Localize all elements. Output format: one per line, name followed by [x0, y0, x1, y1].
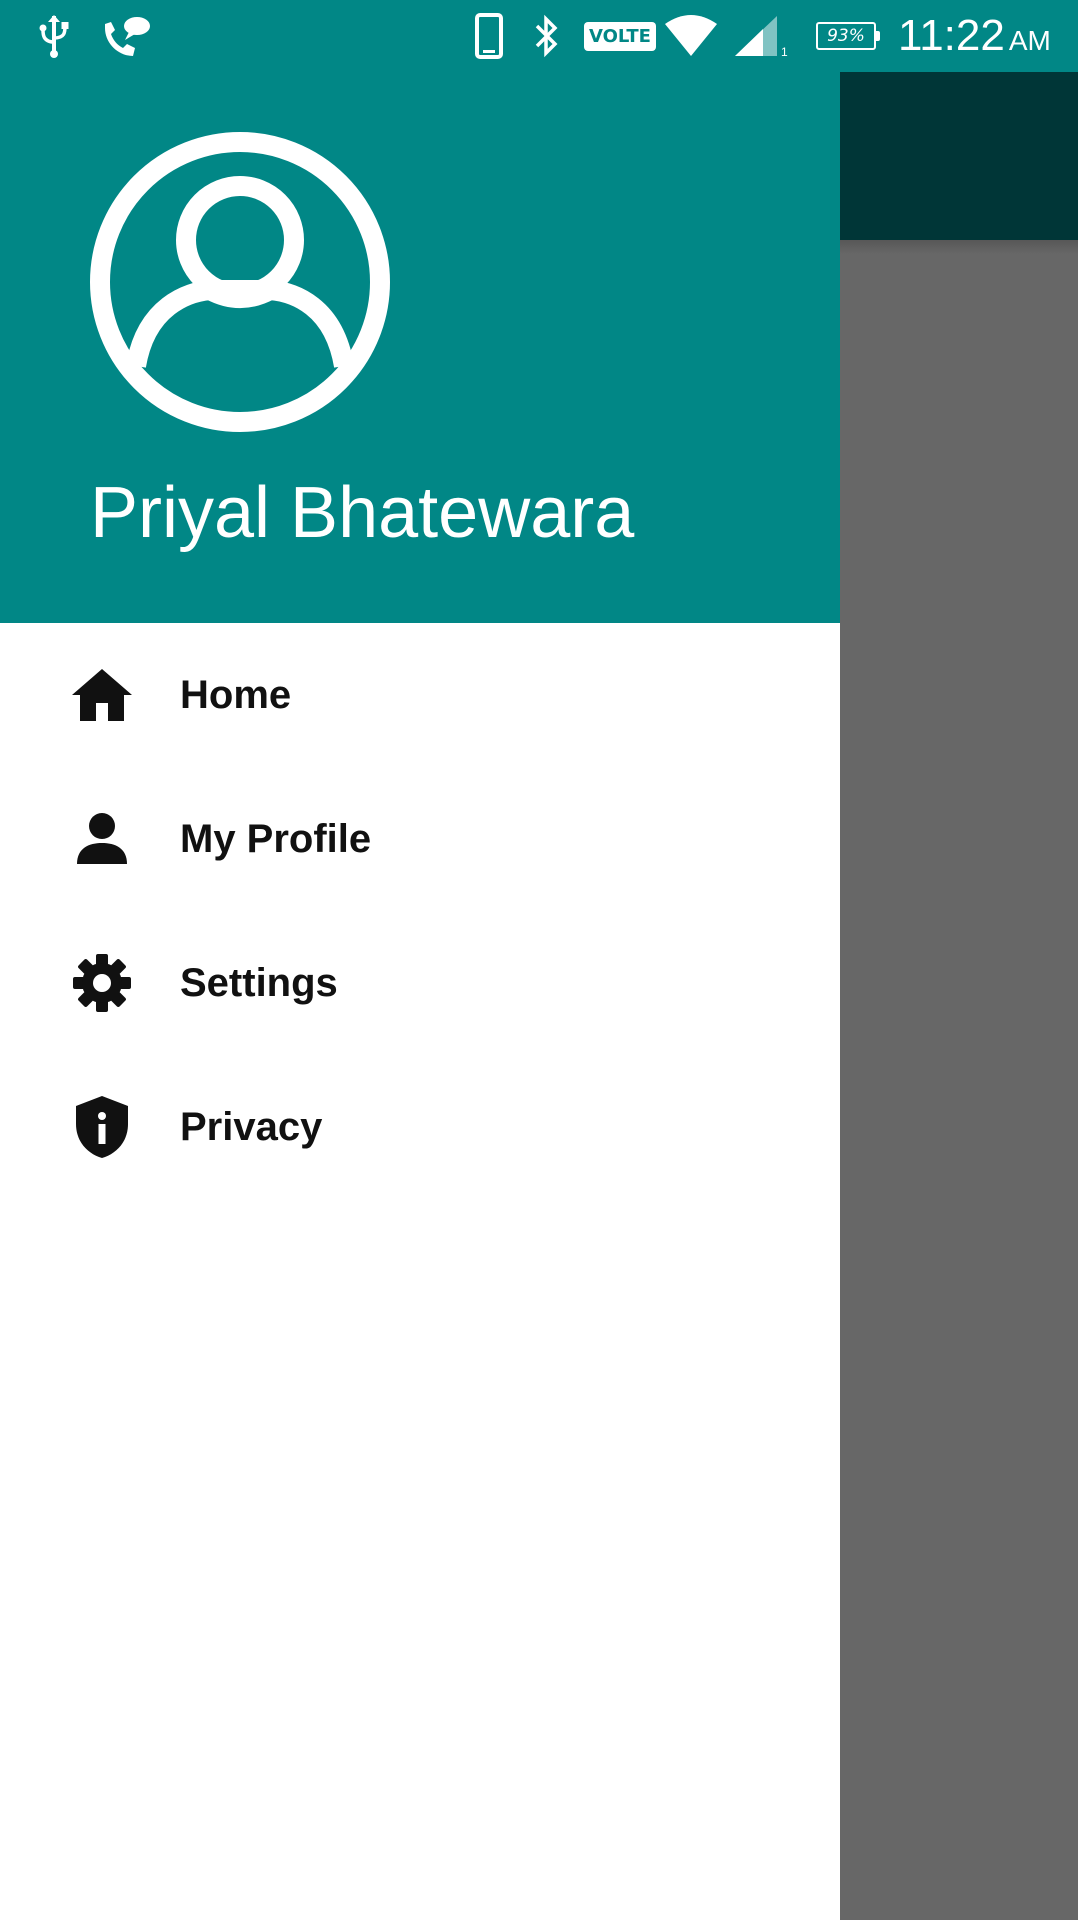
battery-icon: 93%	[812, 0, 880, 72]
menu-item-label: Privacy	[180, 1104, 323, 1149]
wifi-calling-icon	[100, 0, 152, 72]
home-icon	[68, 661, 136, 729]
drawer-menu: Home My Profile Settings Privacy	[0, 623, 840, 1199]
toolbar-shadow	[840, 240, 1078, 254]
status-bar: VOLTE 1 93% 11:22 AM	[0, 0, 1078, 72]
phone-device-icon	[474, 0, 504, 72]
usb-icon	[36, 0, 72, 72]
person-icon	[68, 805, 136, 873]
menu-item-label: My Profile	[180, 816, 372, 861]
menu-item-home[interactable]: Home	[0, 623, 840, 767]
menu-item-privacy[interactable]: Privacy	[0, 1055, 840, 1199]
clock-ampm: AM	[1008, 25, 1051, 56]
clock-time: 11:22	[898, 11, 1005, 60]
gear-icon	[68, 949, 136, 1017]
menu-item-label: Settings	[180, 960, 338, 1005]
menu-item-my-profile[interactable]: My Profile	[0, 767, 840, 911]
clock: 11:22 AM	[898, 0, 1068, 72]
sim-slot-label: 1	[781, 45, 788, 58]
user-name: Priyal Bhatewara	[90, 473, 635, 553]
cell-signal-icon: 1	[732, 0, 792, 72]
menu-item-label: Home	[180, 672, 292, 717]
bluetooth-icon	[530, 0, 564, 72]
drawer-header: Priyal Bhatewara	[0, 72, 840, 623]
battery-level: 93%	[827, 26, 865, 46]
volte-badge: VOLTE	[584, 0, 656, 72]
background-app-toolbar	[840, 72, 1078, 240]
shield-info-icon	[68, 1093, 136, 1161]
navigation-drawer: Priyal Bhatewara Home My Profile Setting…	[0, 72, 840, 1920]
menu-item-settings[interactable]: Settings	[0, 911, 840, 1055]
account-circle-icon[interactable]	[88, 130, 392, 434]
wifi-icon	[662, 0, 720, 72]
